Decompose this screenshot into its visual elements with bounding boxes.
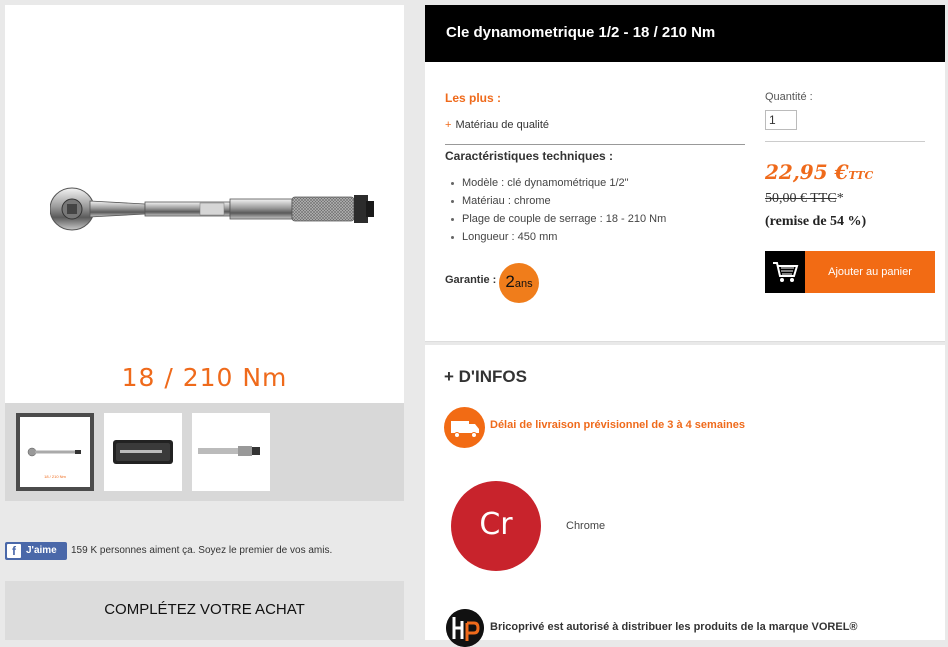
divider — [445, 144, 745, 145]
thumbnail-3[interactable] — [192, 413, 270, 491]
brand-notice: Bricoprivé est autorisé à distribuer les… — [490, 621, 858, 633]
plus-item-text: Matériau de qualité — [455, 119, 549, 131]
old-price-value: 50,00 € TTC — [765, 191, 837, 206]
complete-purchase-section[interactable]: COMPLÉTEZ VOTRE ACHAT — [5, 581, 404, 640]
like-count-text: 159 K personnes aiment ça. Soyez le prem… — [71, 545, 333, 556]
thumbnail-strip: 18 / 210 Nm — [5, 403, 404, 501]
plus-marker: + — [445, 119, 452, 131]
delivery-delay-text: Délai de livraison prévisionnel de 3 à 4… — [490, 419, 745, 431]
product-info-panel: Les plus : + Matériau de qualité Caractér… — [425, 62, 945, 342]
old-price: 50,00 € TTC* — [765, 191, 844, 207]
add-to-cart-button[interactable]: Ajouter au panier — [765, 251, 935, 293]
old-price-mark: * — [836, 191, 844, 206]
price-suffix: TTC — [848, 169, 874, 182]
quantity-label: Quantité : — [765, 91, 813, 103]
garantie-label: Garantie : — [445, 274, 497, 286]
thumbnail-case-image — [113, 440, 173, 464]
price-value: 22,95 € — [765, 160, 849, 184]
like-button-label: J'aime — [26, 545, 57, 556]
plus-item: + Matériau de qualité — [445, 119, 549, 131]
garantie-unit: ans — [514, 278, 533, 290]
cart-icon — [765, 251, 805, 293]
delivery-truck-icon — [444, 407, 485, 448]
divider — [765, 141, 925, 142]
material-label: Chrome — [566, 520, 606, 532]
tech-specs-list: Modèle : clé dynamométrique 1/2" Matéria… — [445, 174, 666, 246]
bricoprive-logo-icon — [446, 609, 484, 647]
spec-item: Modèle : clé dynamométrique 1/2" — [445, 174, 666, 192]
facebook-like-button[interactable]: f J'aime — [5, 542, 67, 560]
more-info-panel: + D'INFOS Délai de livraison prévisionne… — [425, 345, 945, 647]
chrome-material-badge: Cr — [451, 481, 541, 571]
garantie-badge: 2ans — [499, 263, 539, 303]
more-info-title: + D'INFOS — [444, 367, 527, 386]
tech-specs-title: Caractéristiques techniques : — [445, 149, 614, 163]
spec-item: Plage de couple de serrage : 18 - 210 Nm — [445, 210, 666, 228]
spec-item: Matériau : chrome — [445, 192, 666, 210]
main-image-caption: 18 / 210 Nm — [121, 363, 288, 392]
spec-item: Longueur : 450 mm — [445, 228, 666, 246]
facebook-icon: f — [7, 544, 21, 558]
product-main-image[interactable]: 18 / 210 Nm — [5, 5, 404, 403]
thumbnail-wrench-closeup-image — [198, 446, 260, 456]
thumbnail-1[interactable]: 18 / 210 Nm — [16, 413, 94, 491]
product-title: Cle dynamometrique 1/2 - 18 / 210 Nm — [425, 5, 945, 62]
add-to-cart-label: Ajouter au panier — [828, 266, 912, 278]
discount-text: (remise de 54 %) — [765, 214, 867, 229]
plus-label: Les plus : — [445, 91, 502, 105]
quantity-input[interactable]: 1 — [765, 110, 797, 130]
current-price: 22,95 €TTC — [765, 160, 873, 184]
garantie-years: 2 — [505, 272, 515, 291]
thumbnail-caption: 18 / 210 Nm — [44, 474, 66, 479]
torque-wrench-image — [50, 187, 374, 231]
thumbnail-2[interactable] — [104, 413, 182, 491]
